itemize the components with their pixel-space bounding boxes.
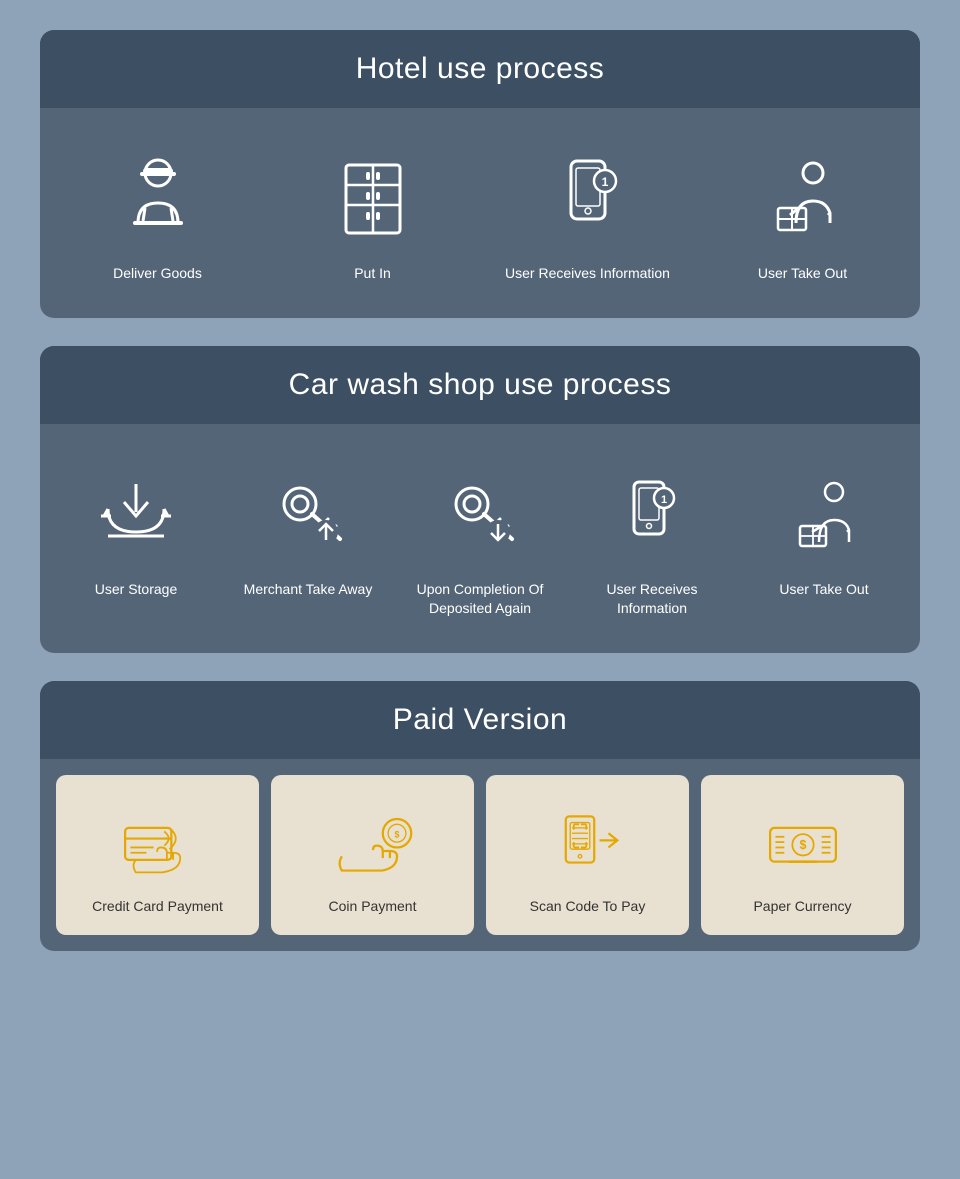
user-take-out-icon <box>753 148 853 248</box>
deposited-again-icon <box>430 464 530 564</box>
carwash-items-row: User Storage M <box>40 424 920 653</box>
coin-payment-icon: $ <box>333 803 413 883</box>
carwash-item-deposited: Upon Completion Of Deposited Again <box>400 440 560 637</box>
carwash-section: Car wash shop use process <box>40 346 920 653</box>
paper-currency-icon: $ <box>763 803 843 883</box>
user-take-out-2-icon <box>774 464 874 564</box>
carwash-section-header: Car wash shop use process <box>40 346 920 424</box>
paid-section-title: Paid Version <box>393 703 567 736</box>
paid-item-paper-currency: $ Paper Currency <box>701 775 904 935</box>
put-in-icon <box>323 148 423 248</box>
hotel-user-receives-label: User Receives Information <box>505 264 670 284</box>
hotel-item-put-in: Put In <box>271 124 474 302</box>
deliver-goods-icon <box>108 148 208 248</box>
carwash-section-title: Car wash shop use process <box>289 368 672 401</box>
merchant-take-away-icon <box>258 464 358 564</box>
paid-item-scan-code: Scan Code To Pay <box>486 775 689 935</box>
user-receives-2-icon: 1 <box>602 464 702 564</box>
paid-items-row: Credit Card Payment $ Coin Payment <box>40 759 920 951</box>
credit-card-icon <box>118 803 198 883</box>
paid-scan-code-label: Scan Code To Pay <box>530 897 646 917</box>
paid-section-header: Paid Version <box>40 681 920 759</box>
user-receives-icon: 1 <box>538 148 638 248</box>
carwash-item-storage: User Storage <box>56 440 216 637</box>
hotel-deliver-goods-label: Deliver Goods <box>113 264 202 284</box>
hotel-put-in-label: Put In <box>354 264 391 284</box>
scan-code-icon <box>548 803 628 883</box>
hotel-section-header: Hotel use process <box>40 30 920 108</box>
carwash-item-merchant: Merchant Take Away <box>228 440 388 637</box>
hotel-user-take-out-label: User Take Out <box>758 264 847 284</box>
paid-credit-card-label: Credit Card Payment <box>92 897 223 917</box>
hotel-item-user-receives: 1 User Receives Information <box>486 124 689 302</box>
carwash-item-user-receives: 1 User Receives Information <box>572 440 732 637</box>
hotel-section: Hotel use process <box>40 30 920 318</box>
user-storage-icon <box>86 464 186 564</box>
carwash-deposited-label: Upon Completion Of Deposited Again <box>410 580 550 619</box>
paid-item-credit-card: Credit Card Payment <box>56 775 259 935</box>
paid-item-coin: $ Coin Payment <box>271 775 474 935</box>
carwash-storage-label: User Storage <box>95 580 177 600</box>
svg-text:1: 1 <box>601 175 608 189</box>
svg-text:$: $ <box>394 829 399 839</box>
svg-text:$: $ <box>799 838 806 852</box>
carwash-user-take-out-label: User Take Out <box>779 580 868 600</box>
paid-section: Paid Version <box>40 681 920 951</box>
carwash-merchant-label: Merchant Take Away <box>244 580 373 600</box>
paid-paper-currency-label: Paper Currency <box>753 897 851 917</box>
carwash-user-receives-label: User Receives Information <box>582 580 722 619</box>
paid-coin-label: Coin Payment <box>329 897 417 917</box>
hotel-item-user-take-out: User Take Out <box>701 124 904 302</box>
hotel-item-deliver-goods: Deliver Goods <box>56 124 259 302</box>
carwash-item-user-take-out: User Take Out <box>744 440 904 637</box>
svg-text:1: 1 <box>661 494 667 506</box>
hotel-items-row: Deliver Goods <box>40 108 920 318</box>
hotel-section-title: Hotel use process <box>356 52 605 85</box>
